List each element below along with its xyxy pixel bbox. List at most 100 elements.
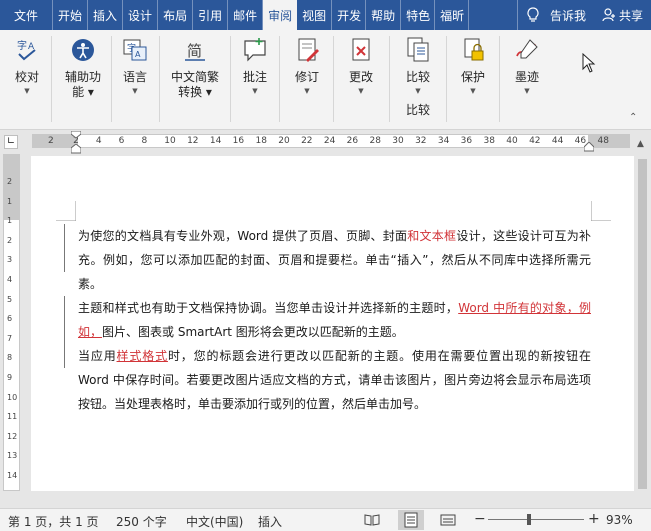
chevron-down-icon: ▼ (132, 87, 138, 95)
tab-insert[interactable]: 插入 (88, 0, 124, 30)
chinese-conversion-label-2: 转换 (178, 85, 203, 99)
protect-button[interactable]: 保护 ▼ (454, 34, 492, 126)
zoom-slider-handle[interactable] (527, 514, 531, 525)
tab-file[interactable]: 文件 (0, 0, 54, 30)
pen-icon (511, 34, 543, 66)
ruler-number: 6 (7, 314, 13, 324)
insert-mode[interactable]: 插入 (258, 513, 282, 530)
tab-developer[interactable]: 开发 (332, 0, 367, 30)
scrollbar-thumb[interactable] (638, 159, 647, 489)
scroll-up-arrow[interactable]: ▲ (637, 139, 644, 149)
word-count[interactable]: 250 个字 (116, 513, 167, 530)
vertical-ruler: 2 1 1 2 3 4 5 6 7 8 9 10 11 12 13 14 (3, 154, 20, 491)
tab-view[interactable]: 视图 (297, 0, 333, 30)
ruler-number: 5 (7, 294, 13, 304)
tell-me-label: 告诉我 (549, 8, 586, 23)
ink-button[interactable]: 墨迹 ▼ (508, 34, 546, 126)
comments-button[interactable]: 批注 ▼ (236, 34, 274, 126)
horizontal-ruler: ∟ 2 2 4 6 8 10 12 14 16 18 20 22 24 26 28 30 32 34 36 38 40 4… (0, 131, 651, 154)
inserted-revision: 样式格式 (116, 349, 168, 363)
tab-design[interactable]: 设计 (123, 0, 159, 30)
chevron-down-icon: ▼ (252, 87, 258, 95)
ruler-number: 13 (7, 451, 18, 461)
inserted-revision: 和文本框 (407, 229, 457, 243)
chinese-conversion-button[interactable]: 简 中文简繁 转换 ▾ (164, 34, 226, 126)
ruler-number: 6 (118, 136, 125, 146)
mouse-pointer-icon (582, 53, 596, 73)
paragraph-3[interactable]: 当应用样式格式时，您的标题会进行更改以匹配新的主题。使用在需要位置出现的新按钮在… (78, 344, 591, 416)
tab-selector[interactable]: ∟ (4, 135, 18, 149)
proofing-button[interactable]: 字 A 校对 ▼ (8, 34, 46, 126)
paragraph-2[interactable]: 主题和样式也有助于文档保持协调。当您单击设计并选择新的主题时，Word 中所有的… (78, 296, 591, 344)
ruler-number: 30 (392, 136, 404, 146)
proofing-label: 校对 (14, 70, 39, 84)
compare-label: 比较 (405, 70, 430, 84)
ruler-number: 12 (187, 136, 199, 146)
ruler-number: 26 (346, 136, 359, 146)
language-indicator[interactable]: 中文(中国) (186, 513, 243, 530)
tell-me-box[interactable]: 告诉我 (516, 0, 594, 30)
comments-label: 批注 (242, 70, 267, 84)
print-layout-button[interactable] (398, 510, 424, 530)
tracking-label: 修订 (294, 70, 319, 84)
change-bar (64, 224, 65, 272)
tracking-button[interactable]: 修订 ▼ (288, 34, 326, 126)
document-page[interactable]: 为使您的文档具有专业外观，Word 提供了页眉、页脚、封面和文本框设计，这些设计… (31, 156, 634, 491)
tab-mailings[interactable]: 邮件 (228, 0, 264, 30)
zoom-in-button[interactable]: + (588, 511, 600, 527)
web-layout-icon[interactable] (440, 514, 456, 526)
language-button[interactable]: 字 A 语言 ▼ (116, 34, 154, 126)
ruler-number: 14 (7, 471, 18, 480)
chevron-down-icon: ▼ (470, 87, 476, 95)
changes-icon (345, 34, 377, 66)
svg-text:简: 简 (187, 42, 202, 60)
ruler-number: 42 (529, 136, 541, 146)
hanging-indent-marker[interactable] (71, 144, 81, 154)
ruler-number: 10 (164, 136, 176, 146)
status-bar: 第 1 页，共 1 页 250 个字 中文(中国) 插入 − + 93% (0, 508, 651, 531)
right-indent-marker[interactable] (584, 142, 594, 152)
changes-button[interactable]: 更改 ▼ (342, 34, 380, 126)
chevron-down-icon: ▼ (524, 87, 530, 95)
chevron-down-icon: ▼ (358, 87, 364, 95)
tab-review[interactable]: 审阅 (263, 0, 298, 30)
print-layout-icon (404, 512, 418, 528)
share-button[interactable]: 共享 (594, 0, 651, 30)
comment-icon (239, 34, 271, 66)
zoom-slider[interactable] (488, 519, 584, 520)
tab-layout[interactable]: 布局 (158, 0, 194, 30)
ruler-number: 7 (7, 333, 13, 343)
ruler-number: 44 (551, 136, 564, 146)
page-count[interactable]: 第 1 页，共 1 页 (8, 513, 99, 530)
first-line-indent-marker[interactable] (71, 131, 81, 139)
zoom-out-button[interactable]: − (474, 511, 486, 527)
chinese-conversion-label-1: 中文简繁 (170, 70, 219, 84)
tab-foxit[interactable]: 福昕 (435, 0, 470, 30)
tab-references[interactable]: 引用 (193, 0, 229, 30)
read-mode-icon[interactable] (364, 514, 380, 526)
ruler-number: 10 (7, 392, 18, 402)
vertical-scrollbar[interactable]: ▲ (634, 131, 651, 491)
ruler-number: 1 (7, 196, 13, 206)
zoom-level[interactable]: 93% (606, 513, 633, 527)
ruler-number: 16 (232, 136, 245, 146)
ruler-number: 9 (7, 373, 13, 382)
accessibility-icon (67, 34, 99, 66)
compare-button[interactable]: 比较 ▼ 比较 (398, 34, 438, 126)
collapse-ribbon-button[interactable]: ⌃ (629, 112, 637, 123)
ruler-number: 22 (301, 136, 313, 146)
tab-home[interactable]: 开始 (53, 0, 89, 30)
document-text[interactable]: 为使您的文档具有专业外观，Word 提供了页眉、页脚、封面和文本框设计，这些设计… (78, 224, 591, 416)
change-bar (64, 296, 65, 344)
accessibility-button[interactable]: 辅助功能 ▾ (58, 34, 108, 126)
tab-special[interactable]: 特色 (401, 0, 436, 30)
paragraph-1[interactable]: 为使您的文档具有专业外观，Word 提供了页眉、页脚、封面和文本框设计，这些设计… (78, 224, 591, 296)
tab-help[interactable]: 帮助 (366, 0, 402, 30)
chinese-conversion-icon: 简 (179, 34, 211, 66)
document-area[interactable]: 为使您的文档具有专业外观，Word 提供了页眉、页脚、封面和文本框设计，这些设计… (20, 154, 634, 491)
compare-group-label: 比较 (405, 103, 430, 117)
ruler-number: 3 (7, 255, 13, 265)
ruler-number: 28 (369, 136, 381, 146)
ruler-number: 36 (460, 136, 473, 146)
accessibility-label-1: 辅助功 (64, 70, 101, 84)
